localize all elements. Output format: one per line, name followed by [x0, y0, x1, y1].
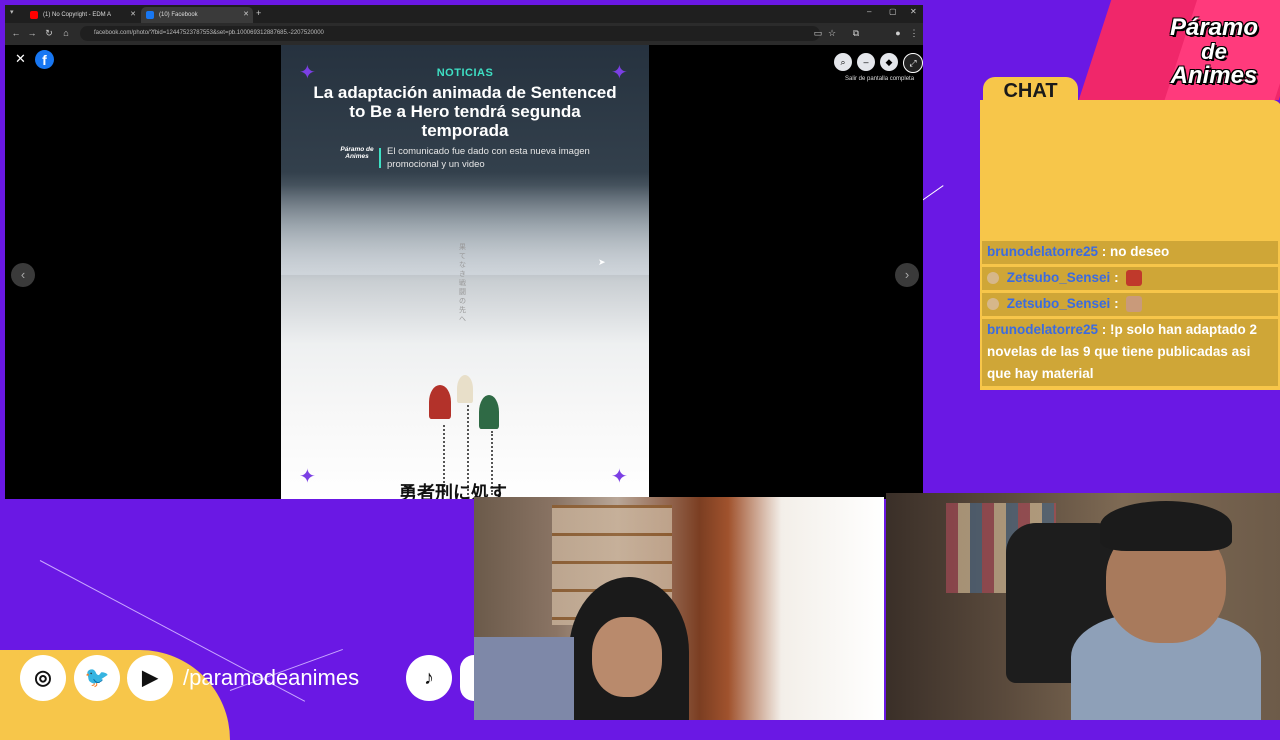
chat-text: : no deseo [1101, 244, 1170, 259]
minimize-icon[interactable]: – [867, 7, 871, 16]
close-tab-icon[interactable]: ✕ [243, 7, 249, 23]
bed [474, 637, 574, 720]
deco-line [921, 185, 944, 201]
close-icon[interactable]: ✕ [15, 52, 26, 66]
zoom-icon[interactable]: ⌕ [834, 53, 852, 71]
poster-subtitle: El comunicado fue dado con esta nueva im… [387, 146, 590, 170]
next-photo-button[interactable]: › [895, 263, 919, 287]
poster-tag: NOTICIAS [436, 67, 494, 79]
webcam-host-right [886, 493, 1280, 720]
poster-title: La adaptación animada de Sentenced to Be… [313, 83, 617, 140]
character-red-cloak [429, 385, 451, 419]
new-tab-icon[interactable]: + [256, 8, 261, 18]
poster-vertical-text: 果てなき戦闘の先へ [459, 244, 466, 323]
sparkle-icon: ✦ [611, 466, 628, 488]
youtube-icon: ▶ [127, 655, 173, 701]
profile-icon[interactable]: ● [891, 26, 905, 40]
face-emote-icon [1126, 296, 1143, 313]
tiktok-icon: ♪ [406, 655, 452, 701]
chat-message: brunodelatorre25 : !p solo han adaptado … [982, 319, 1278, 386]
zoom-out-icon[interactable]: – [857, 53, 875, 71]
chat-text: : [1114, 270, 1119, 285]
url-text: facebook.com/photo/?fbid=12447523787553&… [94, 30, 324, 36]
social-handle: /paramodeanimes [183, 665, 360, 690]
social-icon-partial [460, 655, 474, 701]
brand-line-2: de [1201, 39, 1227, 64]
tab-youtube[interactable]: (1) No Copyright - EDM A ✕ [25, 7, 140, 23]
previous-photo-button[interactable]: ‹ [11, 263, 35, 287]
browser-window: ▾ (1) No Copyright - EDM A ✕ (10) Facebo… [5, 5, 923, 499]
cast-icon[interactable]: ▭ [811, 26, 825, 40]
tab-search-icon[interactable]: ▾ [10, 8, 14, 16]
chat-text: : [1114, 296, 1119, 311]
news-poster-image: ✦ ✦ ✦ ✦ NOTICIAS La adaptación animada d… [281, 45, 649, 499]
chat-message: Zetsubo_Sensei : [982, 293, 1278, 316]
facebook-icon [146, 11, 154, 19]
twitter-icon: 🐦 [74, 655, 120, 701]
chat-username: Zetsubo_Sensei [1006, 270, 1111, 285]
home-icon[interactable]: ⌂ [59, 26, 73, 40]
fullscreen-icon[interactable]: ⤢ [903, 53, 923, 73]
tab-facebook[interactable]: (10) Facebook ✕ [141, 7, 253, 23]
chat-title: CHAT [983, 77, 1078, 107]
menu-dots-icon[interactable]: ⋮ [907, 26, 921, 40]
person-left-face [592, 617, 662, 697]
poster-divider [379, 148, 381, 168]
brand-logo: Páramo de Animes [1150, 16, 1278, 88]
character-green-cloak [479, 395, 499, 429]
character-white-hair [457, 375, 473, 403]
chat-message: Zetsubo_Sensei : [982, 267, 1278, 290]
tab-bar: ▾ (1) No Copyright - EDM A ✕ (10) Facebo… [5, 5, 923, 23]
browser-toolbar: ← → ↻ ⌂ facebook.com/photo/?fbid=1244752… [5, 23, 923, 45]
user-badge-icon [987, 298, 999, 311]
webcam-host-left [474, 497, 884, 720]
reload-icon[interactable]: ↻ [42, 26, 56, 40]
chat-username: Zetsubo_Sensei [1006, 296, 1111, 311]
back-icon[interactable]: ← [9, 26, 23, 40]
photo-viewer: ✕ f ⌕ – ◆ ⤢ Salir de pantalla completa ‹… [5, 45, 923, 499]
bookmark-star-icon[interactable]: ☆ [825, 26, 839, 40]
poster-logo: Páramo de Animes [340, 146, 374, 160]
close-window-icon[interactable]: ✕ [910, 7, 917, 16]
person-right-hair [1100, 501, 1232, 551]
chat-username: brunodelatorre25 [987, 322, 1099, 337]
red-demon-emote-icon [1126, 270, 1143, 287]
tab-label: (10) Facebook [159, 12, 198, 18]
facebook-logo-icon[interactable]: f [35, 50, 54, 69]
extensions-icon[interactable]: ⧉ [849, 26, 863, 40]
chat-message: brunodelatorre25 : no deseo [982, 241, 1278, 264]
youtube-icon [30, 11, 38, 19]
tag-icon[interactable]: ◆ [880, 53, 898, 71]
mouse-cursor-icon: ➤ [598, 257, 606, 267]
sparkle-icon: ✦ [299, 466, 316, 488]
close-tab-icon[interactable]: ✕ [130, 7, 136, 23]
address-bar[interactable]: facebook.com/photo/?fbid=12447523787553&… [80, 26, 820, 41]
maximize-icon[interactable]: ▢ [889, 7, 897, 16]
chat-username: brunodelatorre25 [987, 244, 1099, 259]
instagram-icon: ◎ [20, 655, 66, 701]
footprints [467, 405, 471, 495]
exit-fullscreen-label: Salir de pantalla completa [845, 76, 915, 82]
forward-icon[interactable]: → [25, 26, 39, 40]
brand-line-3: Animes [1170, 62, 1258, 89]
user-badge-icon [987, 272, 999, 285]
brand-line-1: Páramo [1169, 14, 1259, 41]
tab-label: (1) No Copyright - EDM A [43, 12, 112, 18]
